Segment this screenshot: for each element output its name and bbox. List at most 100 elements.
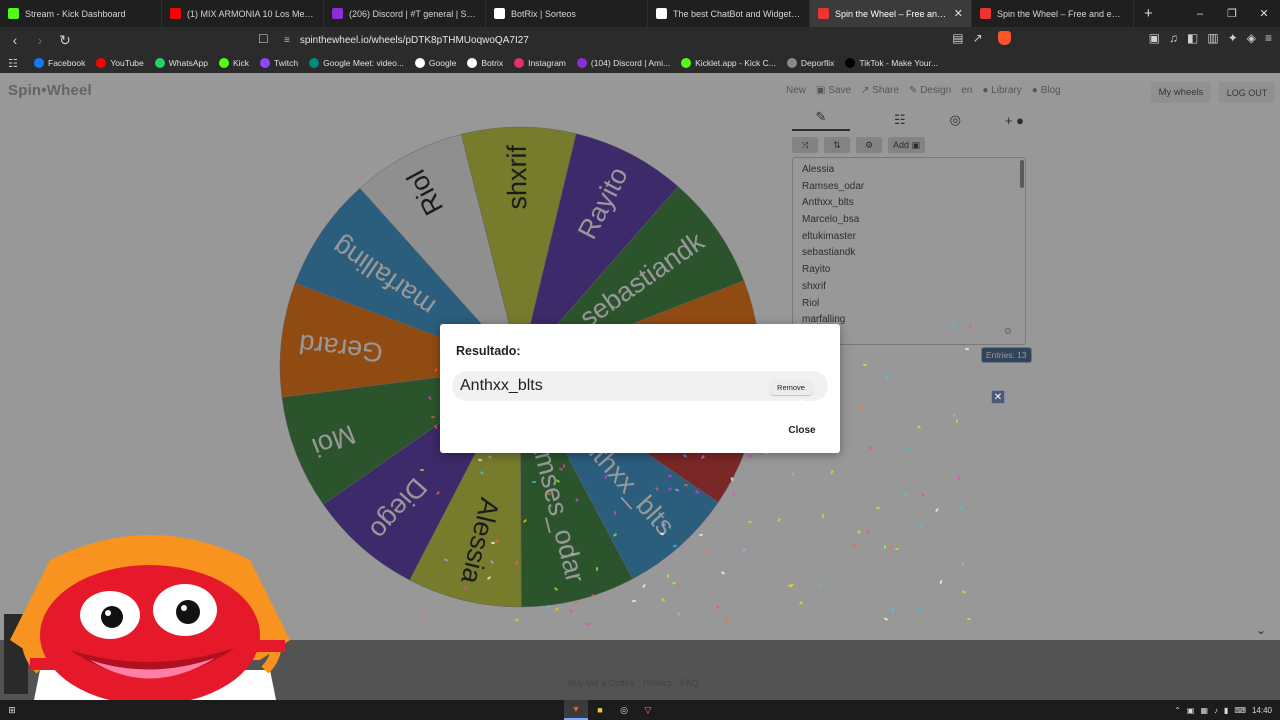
sidebar-icon[interactable]: ◧ — [1187, 31, 1198, 45]
confetti-piece — [891, 608, 894, 613]
bookmark-favicon-icon — [96, 58, 107, 68]
tab-favicon-icon — [818, 8, 829, 19]
bookmark-favicon-icon — [467, 58, 478, 68]
bookmark-favicon-icon — [514, 58, 525, 68]
confetti-piece — [672, 544, 677, 548]
reader-icon[interactable]: ▤ — [952, 31, 963, 45]
browser-tab[interactable]: (1) MIX ARMONIA 10 Los Mejores — [162, 0, 324, 27]
brave-taskbar-icon[interactable]: ▼ — [564, 700, 588, 720]
leo-icon[interactable]: ✦ — [1228, 31, 1238, 45]
tab-favicon-icon — [656, 8, 667, 19]
remove-button[interactable]: Remove — [770, 380, 812, 395]
back-icon[interactable]: ‹ — [5, 30, 25, 50]
browser-tab[interactable]: BotRix | Sorteos — [486, 0, 648, 27]
network-icon[interactable]: ▦ — [1200, 706, 1208, 715]
bookmark-icon[interactable]: ☐ — [258, 32, 269, 46]
tray-chevron-icon[interactable]: ⌃ — [1174, 706, 1181, 715]
confetti-piece — [420, 469, 425, 472]
bookmark-item[interactable]: Deporflix — [786, 58, 835, 68]
tab-favicon-icon — [8, 8, 19, 19]
tray-time[interactable]: 14:40 — [1252, 706, 1272, 715]
browser-tab[interactable]: (206) Discord | #T⁠ ⁠general | SAPO — [324, 0, 486, 27]
confetti-piece — [883, 544, 886, 550]
start-menu-icon[interactable]: ⊞ — [0, 700, 24, 720]
wallet-icon[interactable]: ▣ — [1149, 31, 1160, 45]
bookmark-item[interactable]: WhatsApp — [154, 58, 208, 68]
confetti-piece — [595, 567, 599, 572]
bookmark-favicon-icon — [786, 58, 797, 68]
confetti-piece — [677, 611, 681, 617]
bookmark-label: Kicklet.app - Kick C... — [695, 58, 776, 68]
close-square-icon[interactable]: ✕ — [991, 390, 1005, 404]
bookmark-item[interactable]: TikTok - Make Your... — [845, 58, 938, 68]
keyboard-icon[interactable]: ⌨ — [1234, 706, 1246, 715]
browser-toolbar: ‹ › ↻ ☐ ≡ spinthewheel.io/wheels/pDTK8pT… — [0, 27, 1280, 53]
restore-icon[interactable]: ❐ — [1216, 0, 1248, 27]
bookmark-label: Deporflix — [800, 58, 835, 68]
close-button[interactable]: Close — [784, 421, 820, 439]
bookmark-label: Botrix — [481, 58, 504, 68]
bookmark-item[interactable]: (104) Discord | Ami... — [576, 58, 670, 68]
close-window-icon[interactable]: ✕ — [1248, 0, 1280, 27]
bookmark-label: Twitch — [274, 58, 299, 68]
tab-favicon-icon — [332, 8, 343, 19]
new-tab-icon[interactable]: + — [1134, 0, 1163, 27]
bookmark-label: Instagram — [528, 58, 566, 68]
bookmark-favicon-icon — [34, 58, 44, 68]
brave-shield-icon[interactable] — [997, 31, 1011, 45]
browser-2-icon[interactable]: ▽ — [636, 700, 660, 720]
bookmark-favicon-icon — [576, 58, 587, 68]
bookmark-item[interactable]: Kicklet.app - Kick C... — [681, 58, 776, 68]
minimize-icon[interactable]: – — [1184, 0, 1216, 27]
battery-icon[interactable]: ▮ — [1224, 706, 1228, 715]
bookmark-item[interactable]: Botrix — [467, 58, 503, 68]
bookmarks-bar: ☷ Facebook YouTube WhatsApp Kick Twitch Googl… — [0, 53, 1280, 73]
bookmark-label: Kick — [232, 58, 250, 68]
bookmark-favicon-icon — [260, 58, 271, 68]
wallet-icon-2[interactable]: ▥ — [1207, 31, 1218, 45]
stream-sticker-frog-image — [4, 535, 290, 720]
confetti-piece — [562, 464, 566, 469]
volume-icon[interactable]: ♪ — [1214, 706, 1218, 715]
browser-tab[interactable]: Spin the Wheel – Free and easy ✕ — [810, 0, 972, 27]
address-bar[interactable]: ≡ spinthewheel.io/wheels/pDTK8pTHMUoqwoQ… — [276, 30, 1000, 50]
obs-icon[interactable]: ◎ — [612, 700, 636, 720]
media-icon[interactable]: ♫ — [1169, 31, 1178, 45]
confetti-piece — [584, 622, 589, 625]
tray-app-icon[interactable]: ▣ — [1187, 706, 1195, 715]
reload-icon[interactable]: ↻ — [55, 30, 75, 50]
bookmark-item[interactable]: Kick — [218, 58, 250, 68]
file-explorer-icon[interactable]: ■ — [588, 700, 612, 720]
bookmark-label: Google Meet: video... — [323, 58, 404, 68]
close-tab-icon[interactable]: ✕ — [954, 7, 963, 20]
bookmark-item[interactable]: Twitch — [260, 58, 298, 68]
tab-favicon-icon — [494, 8, 505, 19]
bookmark-favicon-icon — [414, 58, 425, 68]
bookmark-item[interactable]: Google Meet: video... — [309, 58, 404, 68]
tab-title: (206) Discord | #T⁠ ⁠general | SAPO — [349, 8, 477, 19]
browser-tab[interactable]: Spin the Wheel – Free and easy-to-u — [972, 0, 1134, 27]
apps-grid-icon[interactable]: ☷ — [8, 57, 20, 70]
bookmark-label: WhatsApp — [168, 58, 208, 68]
bookmark-item[interactable]: YouTube — [96, 58, 144, 68]
bookmark-item[interactable]: Instagram — [514, 58, 566, 68]
bookmark-label: YouTube — [110, 58, 144, 68]
bookmark-item[interactable]: Google — [414, 58, 457, 68]
browser-tab[interactable]: Stream - Kick Dashboard — [0, 0, 162, 27]
menu-icon[interactable]: ≡ — [1265, 31, 1272, 45]
browser-tab[interactable]: The best ChatBot and Widgets for K — [648, 0, 810, 27]
share-icon[interactable]: ↗ — [973, 31, 983, 45]
confetti-piece — [862, 363, 867, 366]
tab-favicon-icon — [170, 8, 181, 19]
bookmark-item[interactable]: Facebook — [34, 58, 85, 68]
windows-taskbar: ⊞ ▼ ■ ◎ ▽ ⌃ ▣ ▦ ♪ ▮ ⌨ 14:40 — [0, 700, 1280, 720]
tab-favicon-icon — [980, 8, 991, 19]
tab-title: Spin the Wheel – Free and easy — [835, 8, 950, 19]
forward-icon[interactable]: › — [30, 30, 50, 50]
vpn-icon[interactable]: ◈ — [1247, 31, 1256, 45]
site-info-icon[interactable]: ≡ — [284, 35, 290, 46]
bookmark-favicon-icon — [309, 58, 320, 68]
bookmark-favicon-icon — [845, 58, 856, 68]
bookmark-favicon-icon — [218, 58, 229, 68]
bookmark-label: Google — [428, 58, 457, 68]
